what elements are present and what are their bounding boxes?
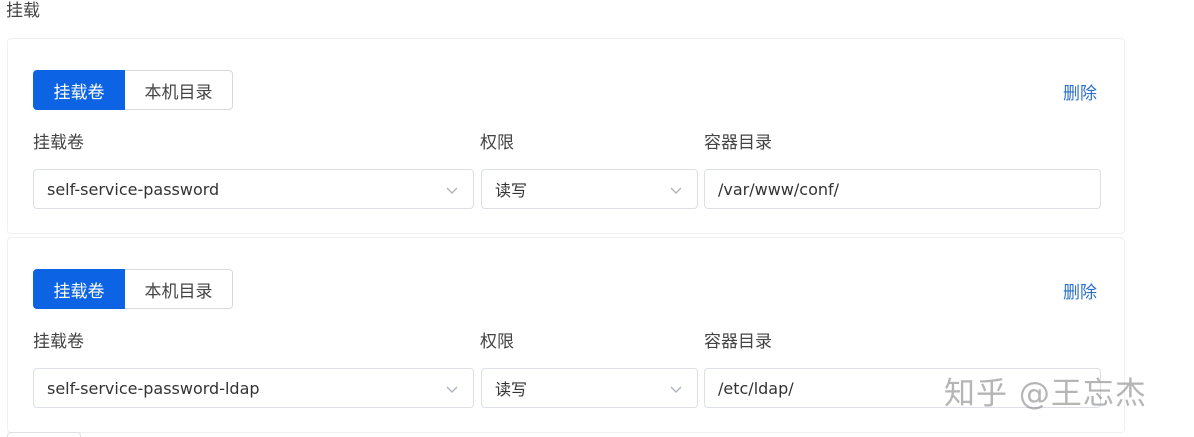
permission-select-value: 读写	[495, 380, 528, 399]
tab-host-dir[interactable]: 本机目录	[125, 70, 233, 110]
add-mount-button[interactable]	[7, 432, 81, 437]
chevron-down-icon	[446, 187, 458, 194]
volume-label: 挂载卷	[33, 133, 84, 153]
permission-select[interactable]: 读写	[481, 169, 698, 209]
volume-label: 挂载卷	[33, 332, 84, 352]
tab-host-dir[interactable]: 本机目录	[125, 269, 233, 309]
volume-select-value: self-service-password	[47, 179, 220, 199]
permission-label: 权限	[480, 133, 514, 153]
delete-button[interactable]: 删除	[1063, 79, 1097, 104]
chevron-down-icon	[446, 386, 458, 393]
tab-volume[interactable]: 挂载卷	[33, 70, 125, 110]
container-dir-label: 容器目录	[704, 133, 772, 153]
permission-label: 权限	[480, 332, 514, 352]
mount-card: 挂载卷 本机目录 删除 挂载卷 权限 容器目录 self-service-pas…	[7, 38, 1125, 234]
mount-settings: 挂载 挂载卷 本机目录 删除 挂载卷 权限 容器目录 self-service-…	[0, 0, 1194, 437]
delete-button[interactable]: 删除	[1063, 278, 1097, 303]
chevron-down-icon	[670, 187, 682, 194]
permission-select[interactable]: 读写	[481, 368, 698, 408]
volume-select-value: self-service-password-ldap	[47, 378, 260, 398]
volume-select[interactable]: self-service-password-ldap	[33, 368, 474, 408]
mount-type-switch: 挂载卷 本机目录	[33, 70, 233, 110]
chevron-down-icon	[670, 386, 682, 393]
container-dir-value: /etc/ldap/	[718, 378, 794, 398]
volume-select[interactable]: self-service-password	[33, 169, 474, 209]
permission-select-value: 读写	[495, 181, 528, 200]
tab-volume[interactable]: 挂载卷	[33, 269, 125, 309]
mount-type-switch: 挂载卷 本机目录	[33, 269, 233, 309]
container-dir-value: /var/www/conf/	[718, 179, 840, 199]
container-dir-label: 容器目录	[704, 332, 772, 352]
section-title: 挂载	[6, 1, 40, 21]
watermark: 知乎 @王忘杰	[944, 376, 1147, 412]
container-dir-input[interactable]: /var/www/conf/	[704, 169, 1101, 209]
